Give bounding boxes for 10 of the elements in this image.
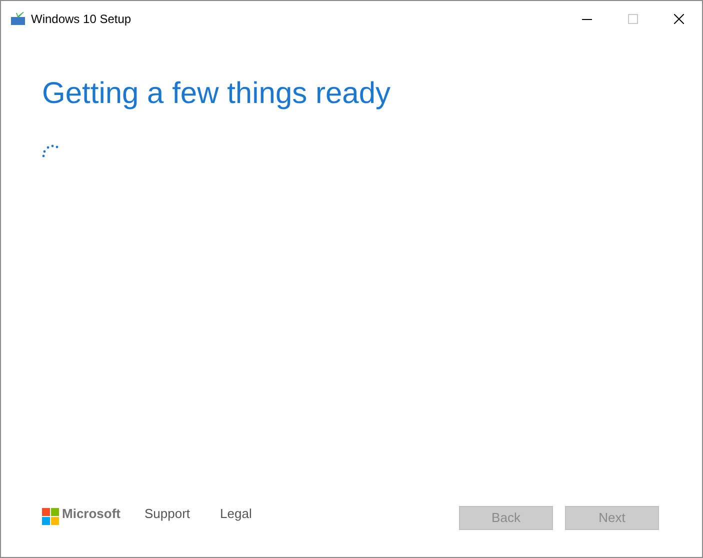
footer-link[interactable]: Support <box>144 504 190 524</box>
setup-app-icon <box>11 12 25 26</box>
maximize-icon <box>628 14 638 24</box>
window-title: Windows 10 Setup <box>31 10 132 28</box>
footer-link[interactable]: Legal <box>220 504 252 524</box>
close-icon <box>674 14 684 24</box>
loading-spinner-icon <box>42 144 60 158</box>
brand-name: Microsoft <box>62 505 120 524</box>
logo-icon <box>42 508 59 524</box>
page-heading: Getting a few things ready <box>42 76 392 112</box>
